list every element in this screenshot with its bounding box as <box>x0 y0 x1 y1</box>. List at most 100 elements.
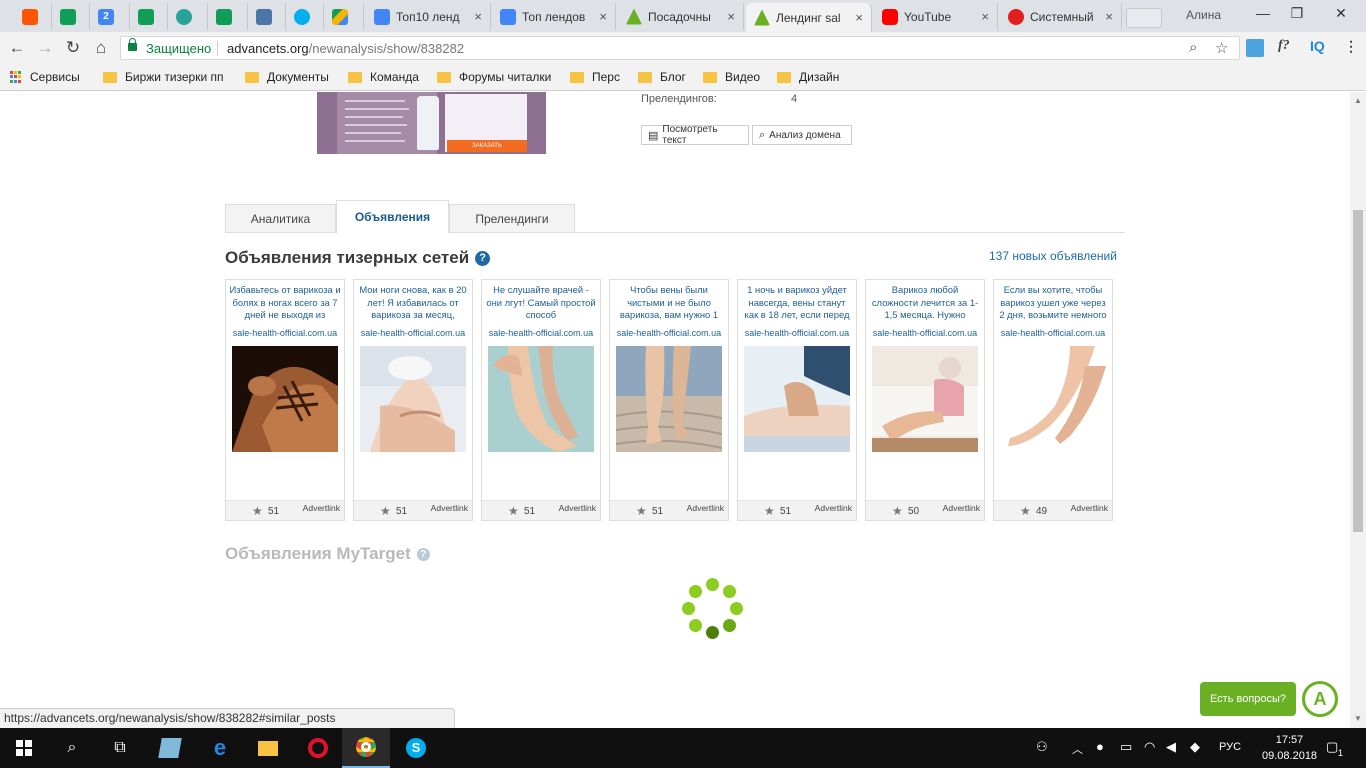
ad-domain[interactable]: sale-health-official.com.ua <box>482 328 600 338</box>
people-icon[interactable]: ⚇ <box>1036 739 1048 755</box>
volume-icon[interactable]: ◀ <box>1166 739 1176 755</box>
page-scrollbar[interactable]: ▲ ▼ <box>1350 92 1366 728</box>
browser-tab[interactable]: 2 <box>90 3 130 30</box>
search-icon[interactable]: ⌕ <box>48 728 96 768</box>
language-indicator[interactable]: РУС <box>1219 741 1241 753</box>
url-text[interactable]: advancets.org/newanalysis/show/838282 <box>227 41 464 56</box>
skype-icon[interactable]: S <box>392 728 440 768</box>
close-icon[interactable]: × <box>723 9 735 24</box>
close-icon[interactable]: × <box>595 9 607 24</box>
ad-text[interactable]: Чтобы вены были чистыми и не было варико… <box>613 284 725 320</box>
forward-icon[interactable]: → <box>34 37 56 59</box>
browser-tab[interactable] <box>208 3 248 30</box>
minimize-icon[interactable]: — <box>1248 5 1278 21</box>
dropbox-icon[interactable]: ◆ <box>1190 739 1200 755</box>
browser-tab[interactable] <box>168 3 208 30</box>
ad-domain[interactable]: sale-health-official.com.ua <box>226 328 344 338</box>
windows-start-icon[interactable] <box>0 728 48 768</box>
bookmark-folder[interactable]: Форумы читалки <box>437 70 551 84</box>
browser-tab-active[interactable]: Лендинг sal × <box>746 3 872 32</box>
ad-domain[interactable]: sale-health-official.com.ua <box>738 328 856 338</box>
help-icon[interactable]: ? <box>416 547 430 561</box>
ad-image[interactable] <box>872 346 978 452</box>
tab-ads[interactable]: Объявления <box>336 200 449 234</box>
scrollbar-thumb[interactable] <box>1353 210 1363 532</box>
bookmark-apps[interactable]: Сервисы <box>10 70 80 84</box>
ad-image[interactable] <box>360 346 466 452</box>
file-explorer-icon[interactable] <box>244 728 292 768</box>
ad-image[interactable] <box>232 346 338 452</box>
extension-f-icon[interactable]: f? <box>1278 38 1290 54</box>
ad-domain[interactable]: sale-health-official.com.ua <box>610 328 728 338</box>
clock[interactable]: 17:57 09.08.2018 <box>1262 732 1317 764</box>
browser-tab[interactable]: YouTube × <box>874 3 998 30</box>
landing-screenshot[interactable]: ЗАКАЗАТЬ <box>317 92 546 154</box>
zoom-icon[interactable]: ⌕ <box>1189 39 1197 56</box>
home-icon[interactable]: ⌂ <box>90 37 112 59</box>
new-tab-button[interactable] <box>1126 8 1162 28</box>
ad-text[interactable]: Мои ноги снова, как в 20 лет! Я избавила… <box>357 284 469 320</box>
address-bar[interactable]: Защищено advancets.org/newanalysis/show/… <box>120 36 1240 60</box>
edge-icon[interactable]: e <box>196 728 244 768</box>
bookmark-folder[interactable]: Перс <box>570 70 620 84</box>
maximize-icon[interactable]: ❐ <box>1282 5 1312 22</box>
tab-analytics[interactable]: Аналитика <box>225 204 336 233</box>
ad-card[interactable]: 1 ночь и варикоз уйдет навсегда, вены ст… <box>737 279 857 521</box>
opera-icon[interactable] <box>294 728 342 768</box>
wifi-icon[interactable]: ◠ <box>1144 739 1155 755</box>
browser-tab[interactable] <box>52 3 90 30</box>
ad-card[interactable]: Если вы хотите, чтобы варикоз ушел уже ч… <box>993 279 1113 521</box>
close-window-icon[interactable]: ✕ <box>1326 5 1356 22</box>
ad-text[interactable]: Если вы хотите, чтобы варикоз ушел уже ч… <box>997 284 1109 320</box>
ad-card[interactable]: Чтобы вены были чистыми и не было варико… <box>609 279 729 521</box>
bookmark-folder[interactable]: Дизайн <box>777 70 839 84</box>
ad-domain[interactable]: sale-health-official.com.ua <box>994 328 1112 338</box>
domain-analysis-button[interactable]: ⌕ Анализ домена <box>752 125 852 145</box>
menu-icon[interactable]: ⋮ <box>1344 38 1358 55</box>
profile-name[interactable]: Алина <box>1186 8 1221 22</box>
browser-tab[interactable]: Посадочны × <box>618 3 744 30</box>
browser-tab[interactable] <box>248 3 286 30</box>
tray-app-icon[interactable]: ● <box>1096 739 1104 754</box>
browser-tab[interactable]: Системный × <box>1000 3 1122 30</box>
scroll-up-icon[interactable]: ▲ <box>1354 96 1362 105</box>
ad-image[interactable] <box>1000 346 1106 452</box>
bookmark-folder[interactable]: Команда <box>348 70 419 84</box>
browser-tab[interactable] <box>286 3 324 30</box>
scroll-down-icon[interactable]: ▼ <box>1354 714 1362 723</box>
close-icon[interactable]: × <box>977 9 989 24</box>
bookmark-folder[interactable]: Документы <box>245 70 329 84</box>
new-ads-link[interactable]: 137 новых объявлений <box>989 249 1117 263</box>
browser-tab[interactable]: Топ лендов × <box>492 3 616 30</box>
show-hidden-icons[interactable]: ︿ <box>1072 741 1083 757</box>
tab-prelandings[interactable]: Прелендинги <box>449 204 575 233</box>
task-view-icon[interactable]: ⧉ <box>96 728 144 768</box>
browser-tab[interactable] <box>14 3 52 30</box>
bookmark-folder[interactable]: Биржи тизерки пп <box>103 70 224 84</box>
ad-text[interactable]: Варикоз любой сложности лечится за 1-1,5… <box>869 284 981 320</box>
ad-text[interactable]: Не слушайте врачей - они лгут! Самый про… <box>485 284 597 320</box>
close-icon[interactable]: × <box>1101 9 1113 24</box>
bookmark-star-icon[interactable]: ☆ <box>1215 39 1228 57</box>
ad-image[interactable] <box>616 346 722 452</box>
browser-tab[interactable] <box>130 3 168 30</box>
extension-iq-icon[interactable]: IQ <box>1310 38 1325 54</box>
view-text-button[interactable]: ▤ Посмотреть текст <box>641 124 749 146</box>
chrome-icon[interactable] <box>342 728 390 768</box>
reload-icon[interactable]: ↻ <box>62 37 84 59</box>
ad-card[interactable]: Не слушайте врачей - они лгут! Самый про… <box>481 279 601 521</box>
ad-card[interactable]: Мои ноги снова, как в 20 лет! Я избавила… <box>353 279 473 521</box>
browser-tab[interactable]: Топ10 ленд × <box>366 3 491 30</box>
close-icon[interactable]: × <box>851 10 863 25</box>
ad-image[interactable] <box>744 346 850 452</box>
browser-tab[interactable] <box>324 3 364 30</box>
ad-text[interactable]: Избавьтесь от варикоза и болях в ногах в… <box>229 284 341 320</box>
help-chat-button[interactable]: Есть вопросы? <box>1200 682 1296 716</box>
battery-icon[interactable]: ▭ <box>1120 739 1132 755</box>
bookmark-folder[interactable]: Видео <box>703 70 760 84</box>
back-icon[interactable]: ← <box>6 37 28 59</box>
advancets-logo-icon[interactable]: A <box>1302 681 1338 717</box>
ad-card[interactable]: Варикоз любой сложности лечится за 1-1,5… <box>865 279 985 521</box>
close-icon[interactable]: × <box>470 9 482 24</box>
ad-image[interactable] <box>488 346 594 452</box>
